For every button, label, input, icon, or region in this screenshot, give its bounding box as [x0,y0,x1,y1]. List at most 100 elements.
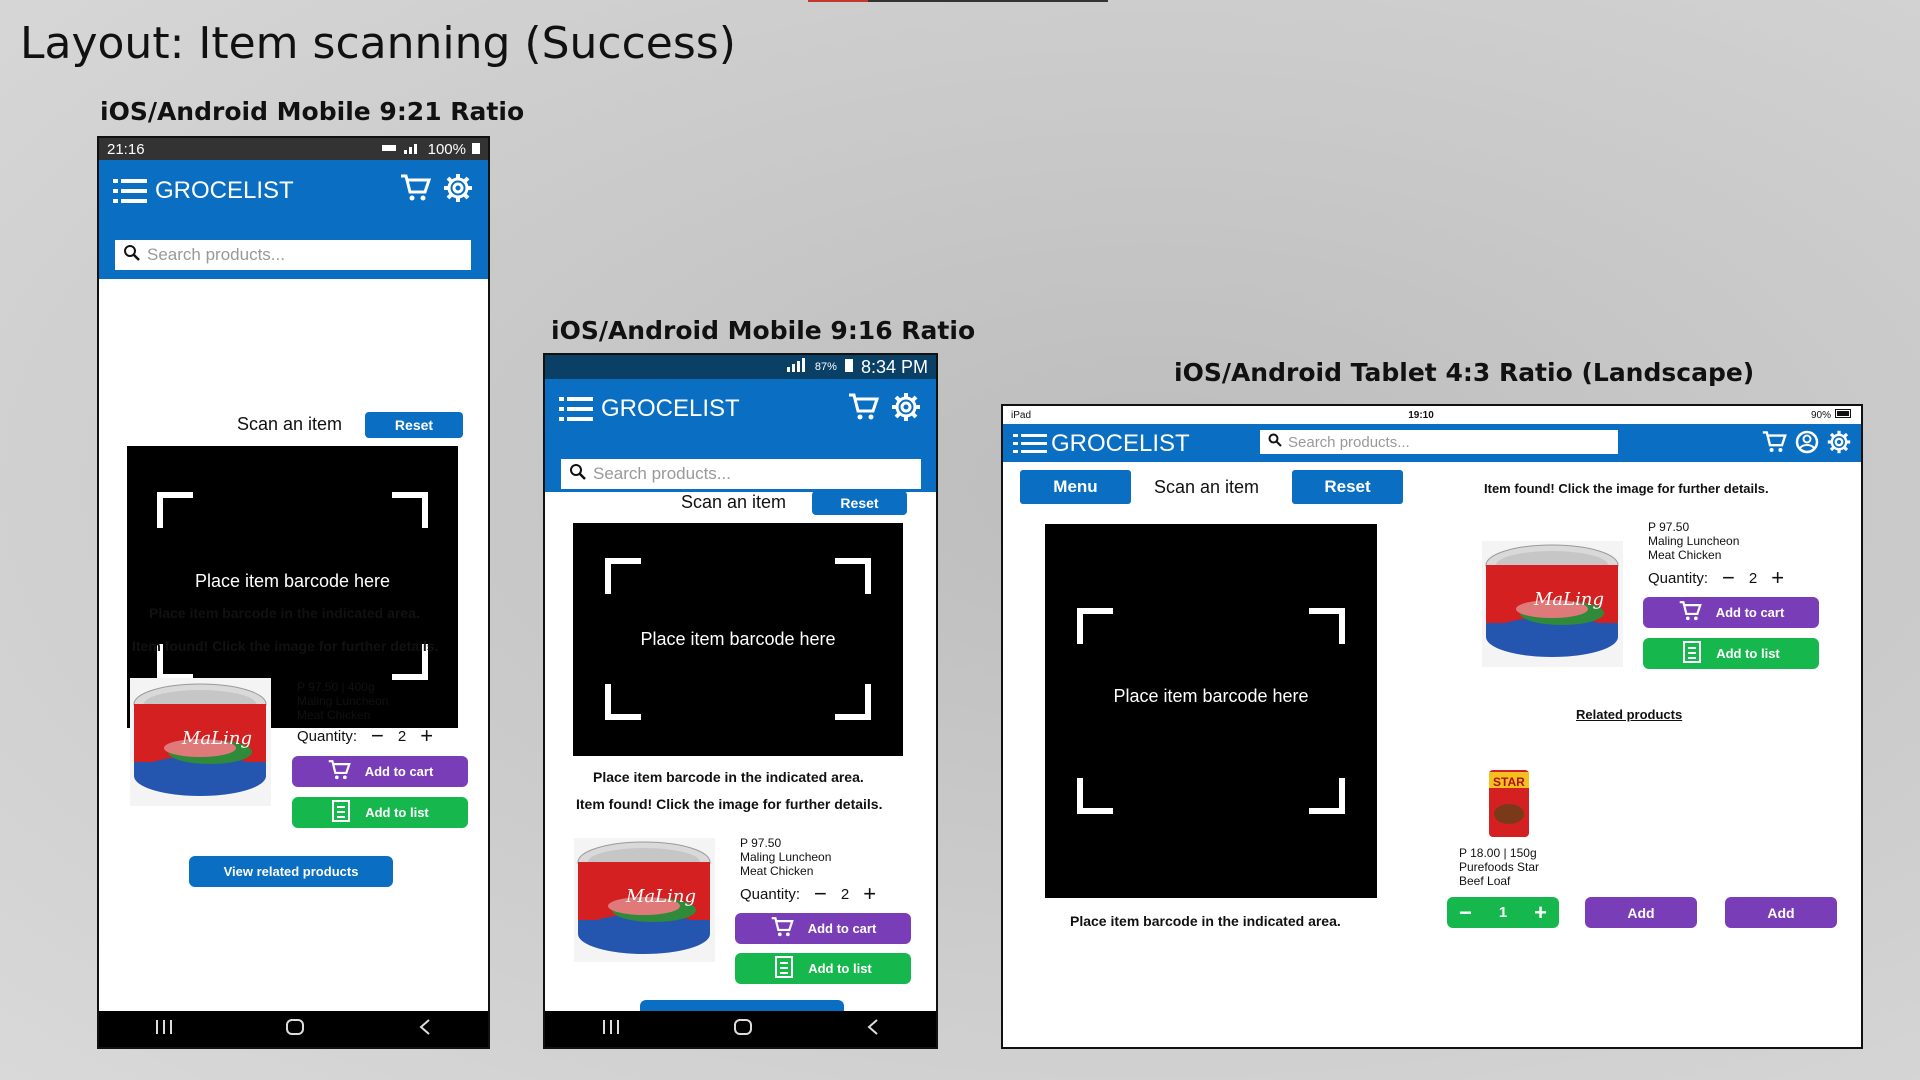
reset-button[interactable]: Reset [365,412,463,438]
found-message: Item found! Click the image for further … [132,638,439,654]
found-message: Item found! Click the image for further … [576,796,883,812]
minus-icon[interactable]: − [371,725,384,747]
product-name-line2: Meat Chicken [1648,548,1722,562]
menu-icon[interactable] [559,397,593,421]
quantity-stepper: Quantity: − 2 + [1648,567,1798,589]
back-icon[interactable] [866,1018,880,1041]
scanner-corner-br [835,684,871,720]
recents-icon[interactable] [155,1019,173,1040]
quantity-label: Quantity: [1648,569,1709,587]
list-icon [331,800,351,825]
scanner-corner-tr [1309,608,1345,644]
app-header: GROCELIST Search products... [99,160,488,279]
can-brand: MaLing [1533,589,1604,610]
related-name-line1: Purefoods Star [1459,860,1540,874]
scan-instruction: Place item barcode in the indicated area… [593,769,864,785]
android-nav-bar [99,1011,488,1047]
cart-icon[interactable] [399,173,432,208]
barcode-scanner-viewport[interactable]: Place item barcode here [1045,524,1377,898]
related-add-button[interactable]: Add [1585,897,1697,928]
label-tablet: iOS/Android Tablet 4:3 Ratio (Landscape) [1174,358,1755,387]
search-input[interactable]: Search products... [561,459,921,489]
menu-icon[interactable] [113,179,147,203]
reset-button[interactable]: Reset [812,491,907,515]
settings-icon[interactable] [891,392,921,427]
status-time: 21:16 [107,140,145,158]
search-input[interactable]: Search products... [115,240,471,270]
add-to-cart-button[interactable]: Add to cart [292,756,468,787]
cart-icon [770,916,794,941]
profile-icon[interactable] [1795,430,1819,459]
settings-icon[interactable] [1827,430,1851,459]
scan-hint: Place item barcode here [1113,686,1309,706]
product-image[interactable]: MaLing [1482,541,1623,667]
view-related-button[interactable]: View related products [189,856,393,887]
minus-icon[interactable]: − [814,883,827,905]
plus-icon[interactable]: + [863,883,876,905]
scanner-corner-tl [605,558,641,594]
status-bar: iPad 19:10 90% [1003,406,1861,424]
menu-button[interactable]: Menu [1020,470,1131,504]
cart-icon [1678,600,1702,625]
plus-icon[interactable]: + [420,725,433,747]
quantity-stepper: Quantity: − 2 + [740,883,890,905]
scan-label: Scan an item [681,492,787,512]
add-to-list-button[interactable]: Add to list [1643,638,1819,669]
search-input[interactable]: Search products... [1260,430,1618,454]
battery-icon [1834,409,1853,421]
related-can-brand: STAR [1493,775,1525,789]
product-name-line1: Maling Luncheon [297,694,389,708]
plus-icon[interactable]: + [1534,900,1547,926]
product-image[interactable]: MaLing [574,838,715,962]
status-time: 8:34 PM [860,356,928,377]
related-product-image[interactable]: STAR [1487,768,1531,839]
recents-icon[interactable] [602,1019,620,1040]
brand-link[interactable]: GROCELIST [113,177,294,205]
android-nav-bar [545,1011,936,1047]
search-placeholder: Search products... [1288,433,1410,451]
brand-link[interactable]: GROCELIST [1013,430,1190,458]
scan-hint: Place item barcode here [194,571,391,591]
product-image[interactable]: MaLing [130,678,271,806]
status-bar: 21:16 100% [99,138,488,160]
cart-icon[interactable] [847,392,880,427]
back-icon[interactable] [418,1018,432,1041]
status-bar: 87% 8:34 PM [545,355,936,379]
search-placeholder: Search products... [593,464,731,483]
slide-title: Layout: Item scanning (Success) [20,18,736,69]
add-to-list-button[interactable]: Add to list [292,797,468,828]
settings-icon[interactable] [443,173,473,208]
search-icon [1268,433,1288,451]
minus-icon[interactable]: − [1459,900,1472,926]
related-add-button[interactable]: Add [1725,897,1837,928]
cart-icon[interactable] [1761,430,1787,459]
quantity-value: 2 [397,727,407,745]
search-placeholder: Search products... [147,245,285,264]
minus-icon[interactable]: − [1722,567,1735,589]
scanner-corner-bl [1077,778,1113,814]
app-header: GROCELIST Search products... [545,379,936,492]
menu-icon[interactable] [1013,434,1047,454]
quantity-stepper: Quantity: − 2 + [297,725,447,747]
plus-icon[interactable]: + [1771,567,1784,589]
battery-percent: 90% [1810,409,1831,421]
add-to-cart-button[interactable]: Add to cart [1643,597,1819,628]
product-price-weight: P 97.50 | 400g [297,680,375,694]
battery-percent: 100% [427,140,466,158]
scanner-corner-tr [835,558,871,594]
quantity-label: Quantity: [297,727,358,745]
barcode-scanner-viewport[interactable]: Place item barcode here [573,523,903,756]
add-to-cart-button[interactable]: Add to cart [735,913,911,944]
scan-label: Scan an item [1154,477,1260,497]
reset-button[interactable]: Reset [1292,470,1403,504]
home-icon[interactable] [733,1018,753,1041]
product-name-line1: Maling Luncheon [1648,534,1740,548]
brand-link[interactable]: GROCELIST [559,395,740,423]
signal-icon [781,358,807,376]
related-products-heading[interactable]: Related products [1576,707,1682,722]
scanner-corner-tl [1077,608,1113,644]
app-brand: GROCELIST [601,395,740,422]
home-icon[interactable] [285,1018,305,1041]
scanner-corner-br [1309,778,1345,814]
add-to-list-button[interactable]: Add to list [735,953,911,984]
